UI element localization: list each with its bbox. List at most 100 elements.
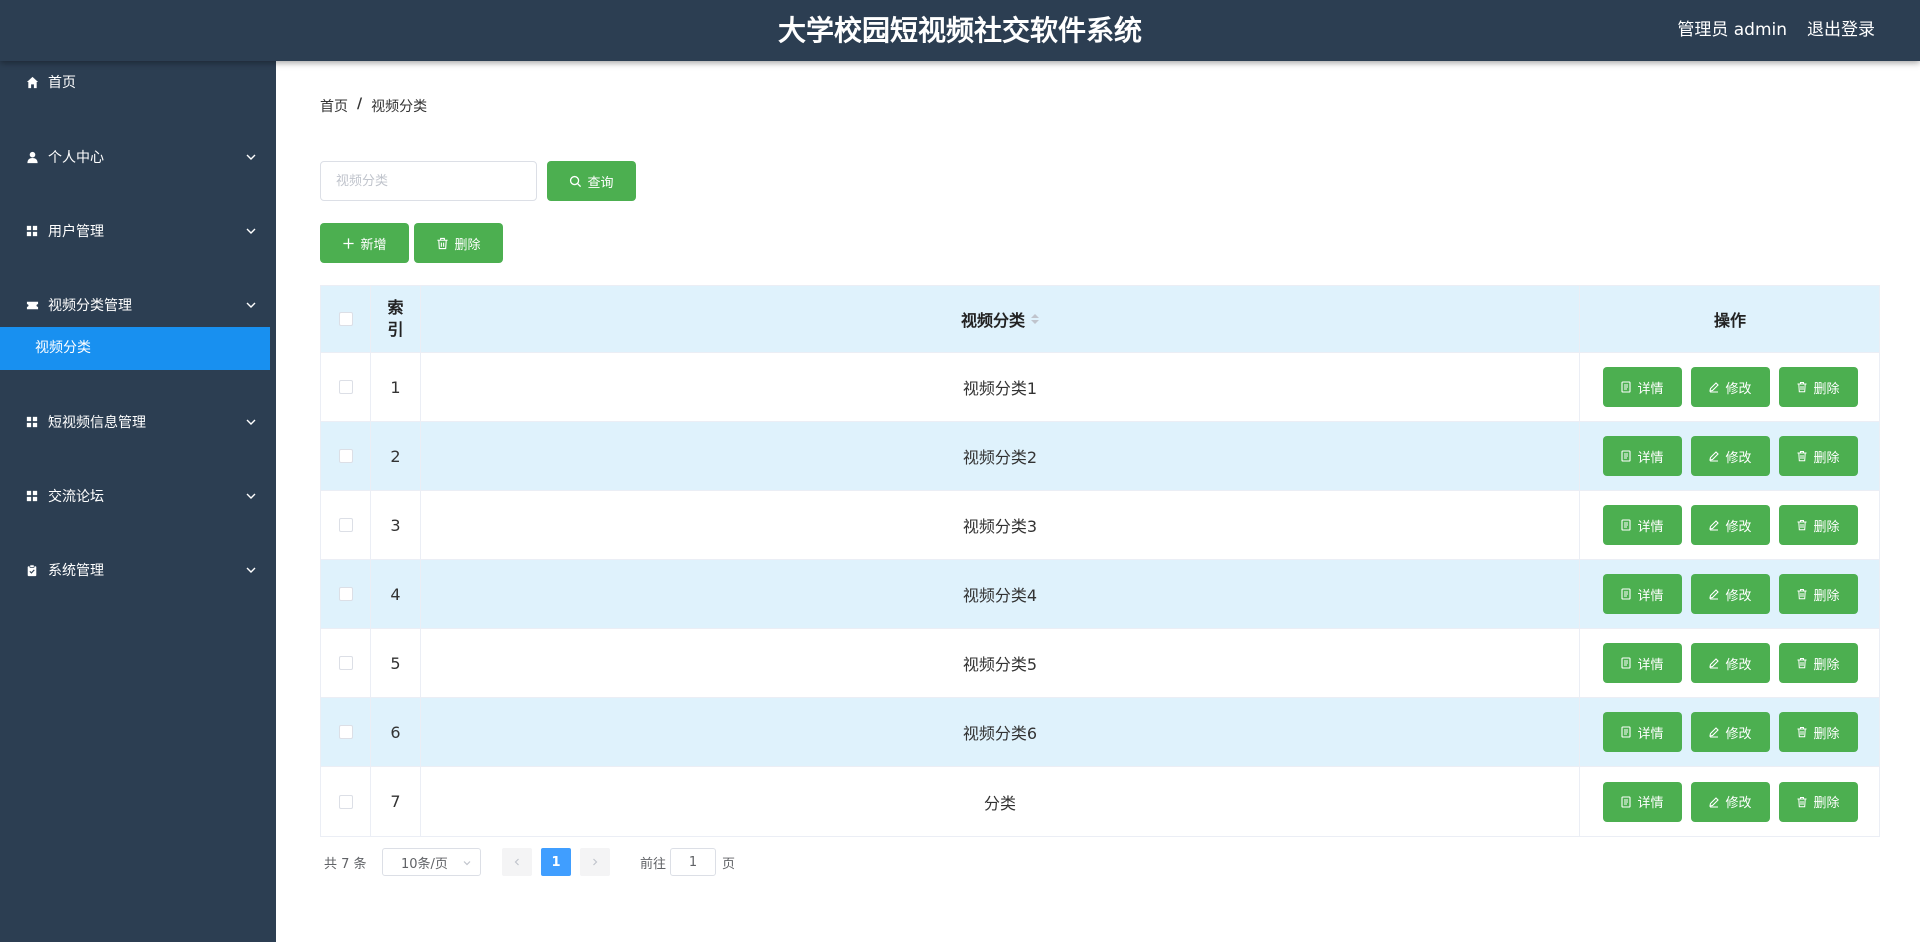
detail-button[interactable]: 详情 <box>1602 712 1682 752</box>
detail-button[interactable]: 详情 <box>1602 505 1682 545</box>
row-index: 5 <box>371 629 421 697</box>
sidebar-item-profile[interactable]: 个人中心 <box>0 137 276 177</box>
pencil-icon <box>1709 382 1720 393</box>
detail-button[interactable]: 详情 <box>1602 574 1682 614</box>
table-row: 6 视频分类6 详情 修改 删除 <box>321 698 1879 767</box>
header-ops-label: 操作 <box>1713 311 1746 330</box>
sidebar-item-label: 系统管理 <box>48 563 104 579</box>
detail-button[interactable]: 详情 <box>1602 781 1682 822</box>
delete-button-label: 删除 <box>1813 381 1840 397</box>
sidebar-subitem-video-category[interactable]: 视频分类 <box>0 327 270 370</box>
top-header: 大学校园短视频社交软件系统 管理员 admin 退出登录 <box>0 0 1920 61</box>
delete-button[interactable]: 删除 <box>1778 505 1858 545</box>
delete-button-label: 删除 <box>1813 519 1840 535</box>
trash-icon <box>437 237 449 249</box>
edit-button-label: 修改 <box>1725 588 1752 604</box>
pagination-total: 共 7 条 <box>324 856 367 872</box>
table-row: 1 视频分类1 详情 修改 删除 <box>321 353 1879 422</box>
row-index: 6 <box>371 698 421 766</box>
edit-button[interactable]: 修改 <box>1690 712 1770 752</box>
edit-button[interactable]: 修改 <box>1690 574 1770 614</box>
detail-button-label: 详情 <box>1637 519 1664 535</box>
sidebar: 首页 个人中心 用户管理 视频分类管理 视频分类 短视频信息管理 交流论坛 系统… <box>0 61 276 942</box>
delete-button[interactable]: 删除 <box>1778 712 1858 752</box>
row-checkbox[interactable] <box>338 794 353 809</box>
goto-label: 前往 <box>640 856 667 872</box>
delete-button-label: 删除 <box>1813 588 1840 604</box>
detail-button[interactable]: 详情 <box>1602 643 1682 683</box>
trash-icon <box>1797 658 1807 669</box>
edit-button[interactable]: 修改 <box>1690 643 1770 683</box>
row-check-cell <box>321 698 371 766</box>
pencil-icon <box>1709 520 1720 531</box>
edit-button[interactable]: 修改 <box>1690 367 1770 407</box>
sidebar-item-forum[interactable]: 交流论坛 <box>0 476 276 516</box>
edit-button[interactable]: 修改 <box>1690 781 1770 822</box>
sidebar-item-home[interactable]: 首页 <box>0 62 276 102</box>
edit-button-label: 修改 <box>1725 450 1752 466</box>
batch-delete-button-label: 删除 <box>454 237 481 253</box>
prev-page-button[interactable] <box>502 848 532 876</box>
header-index-label: 索 引 <box>387 298 404 339</box>
delete-button[interactable]: 删除 <box>1778 781 1858 822</box>
row-index: 2 <box>371 422 421 490</box>
pagination: 共 7 条 10条/页 1 前往 页 <box>320 848 735 876</box>
next-page-button[interactable] <box>580 848 610 876</box>
edit-button[interactable]: 修改 <box>1690 436 1770 476</box>
row-index: 1 <box>371 353 421 421</box>
row-checkbox[interactable] <box>338 518 353 532</box>
sidebar-item-short-video-mgmt[interactable]: 短视频信息管理 <box>0 402 276 442</box>
row-check-cell <box>321 560 371 628</box>
breadcrumb: 首页 / 视频分类 <box>320 96 427 116</box>
table-row: 2 视频分类2 详情 修改 删除 <box>321 422 1879 491</box>
row-checkbox[interactable] <box>338 656 353 670</box>
breadcrumb-home[interactable]: 首页 <box>320 96 348 116</box>
delete-button[interactable]: 删除 <box>1778 574 1858 614</box>
sidebar-item-video-category-mgmt[interactable]: 视频分类管理 <box>0 285 276 325</box>
edit-button[interactable]: 修改 <box>1690 505 1770 545</box>
add-button[interactable]: 新增 <box>320 223 409 263</box>
header-check-cell <box>321 286 371 352</box>
chevron-right-icon <box>593 858 598 866</box>
delete-button-label: 删除 <box>1813 726 1840 742</box>
detail-button[interactable]: 详情 <box>1602 436 1682 476</box>
header-name[interactable]: 视频分类 <box>421 286 1580 352</box>
row-index: 4 <box>371 560 421 628</box>
delete-button-label: 删除 <box>1813 450 1840 466</box>
row-category-name: 视频分类1 <box>421 353 1580 421</box>
row-index: 7 <box>371 767 421 836</box>
page-jump-input[interactable] <box>670 848 716 876</box>
delete-button[interactable]: 删除 <box>1778 643 1858 683</box>
logout-link[interactable]: 退出登录 <box>1807 0 1875 61</box>
row-checkbox[interactable] <box>338 725 353 739</box>
detail-button[interactable]: 详情 <box>1602 367 1682 407</box>
delete-button[interactable]: 删除 <box>1778 367 1858 407</box>
document-icon <box>1621 381 1632 393</box>
pencil-icon <box>1709 589 1720 600</box>
batch-delete-button[interactable]: 删除 <box>414 223 503 263</box>
search-button-label: 查询 <box>587 175 614 191</box>
sidebar-item-users[interactable]: 用户管理 <box>0 211 276 251</box>
row-actions: 详情 修改 删除 <box>1580 491 1880 559</box>
home-icon <box>25 75 39 89</box>
delete-button[interactable]: 删除 <box>1778 436 1858 476</box>
page-size-select[interactable]: 10条/页 <box>382 848 481 876</box>
search-button[interactable]: 查询 <box>547 161 636 201</box>
row-category-name: 视频分类3 <box>421 491 1580 559</box>
row-category-name: 视频分类6 <box>421 698 1580 766</box>
sidebar-item-system[interactable]: 系统管理 <box>0 550 276 590</box>
row-actions: 详情 修改 删除 <box>1580 629 1880 697</box>
select-all-checkbox[interactable] <box>338 312 353 326</box>
row-checkbox[interactable] <box>338 449 353 463</box>
page-number-button[interactable]: 1 <box>541 848 571 876</box>
sort-icon[interactable] <box>1031 314 1039 324</box>
table-body: 1 视频分类1 详情 修改 删除 2 视频分类2 详情 修改 删除 3 视频分类3 详情 修改 删除 4 视频分… <box>321 353 1879 836</box>
row-checkbox[interactable] <box>338 587 353 601</box>
sidebar-item-label: 视频分类管理 <box>48 298 132 314</box>
row-category-name: 分类 <box>421 767 1580 836</box>
trash-icon <box>1797 382 1807 393</box>
current-user: 管理员 admin <box>1677 20 1787 40</box>
search-input[interactable] <box>320 161 537 201</box>
row-checkbox[interactable] <box>338 380 353 394</box>
detail-button-label: 详情 <box>1637 450 1664 466</box>
